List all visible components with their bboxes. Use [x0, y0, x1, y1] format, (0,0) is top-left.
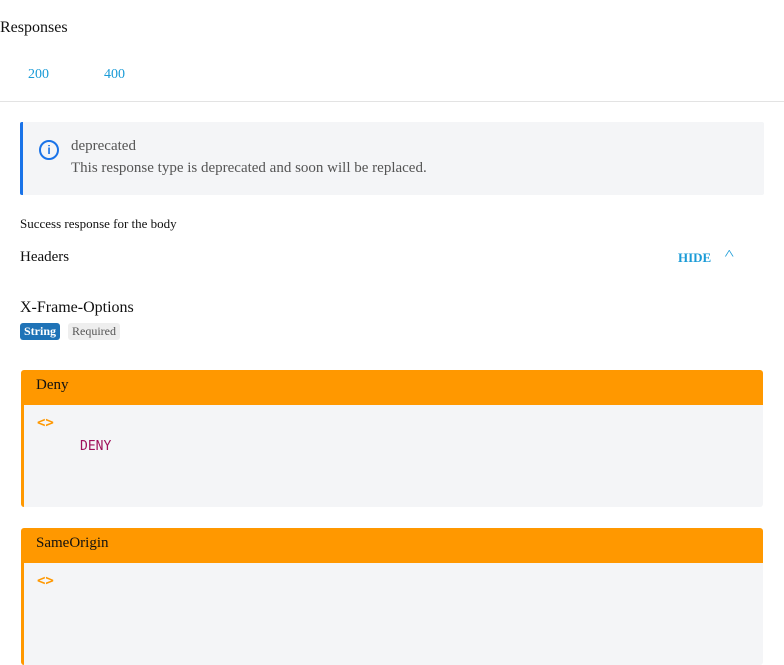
hide-headers-button[interactable]: HIDE: [678, 250, 711, 266]
code-icon: <>: [37, 573, 54, 589]
info-icon: i: [39, 140, 59, 160]
chevron-up-icon[interactable]: ^: [725, 248, 734, 264]
example-card-deny: Deny <> DENY: [21, 370, 763, 507]
example-card-sameorigin: SameOrigin <>: [21, 528, 763, 665]
divider: [0, 101, 784, 102]
header-name: X-Frame-Options: [20, 299, 134, 316]
example-title[interactable]: SameOrigin: [24, 528, 763, 563]
response-description: Success response for the body: [20, 216, 177, 231]
tab-400[interactable]: 400: [104, 67, 125, 83]
deprecation-notice: i deprecated This response type is depre…: [20, 122, 764, 195]
type-badge: String: [20, 323, 61, 340]
code-icon: <>: [37, 415, 54, 431]
example-title[interactable]: Deny: [24, 370, 763, 405]
required-badge: Required: [68, 323, 120, 340]
notice-title: deprecated: [71, 138, 136, 154]
headers-heading: Headers: [20, 249, 70, 265]
tab-200[interactable]: 200: [28, 67, 49, 83]
page-title: Responses: [0, 19, 68, 36]
example-value: DENY: [80, 439, 112, 454]
notice-text: This response type is deprecated and soo…: [71, 160, 427, 176]
